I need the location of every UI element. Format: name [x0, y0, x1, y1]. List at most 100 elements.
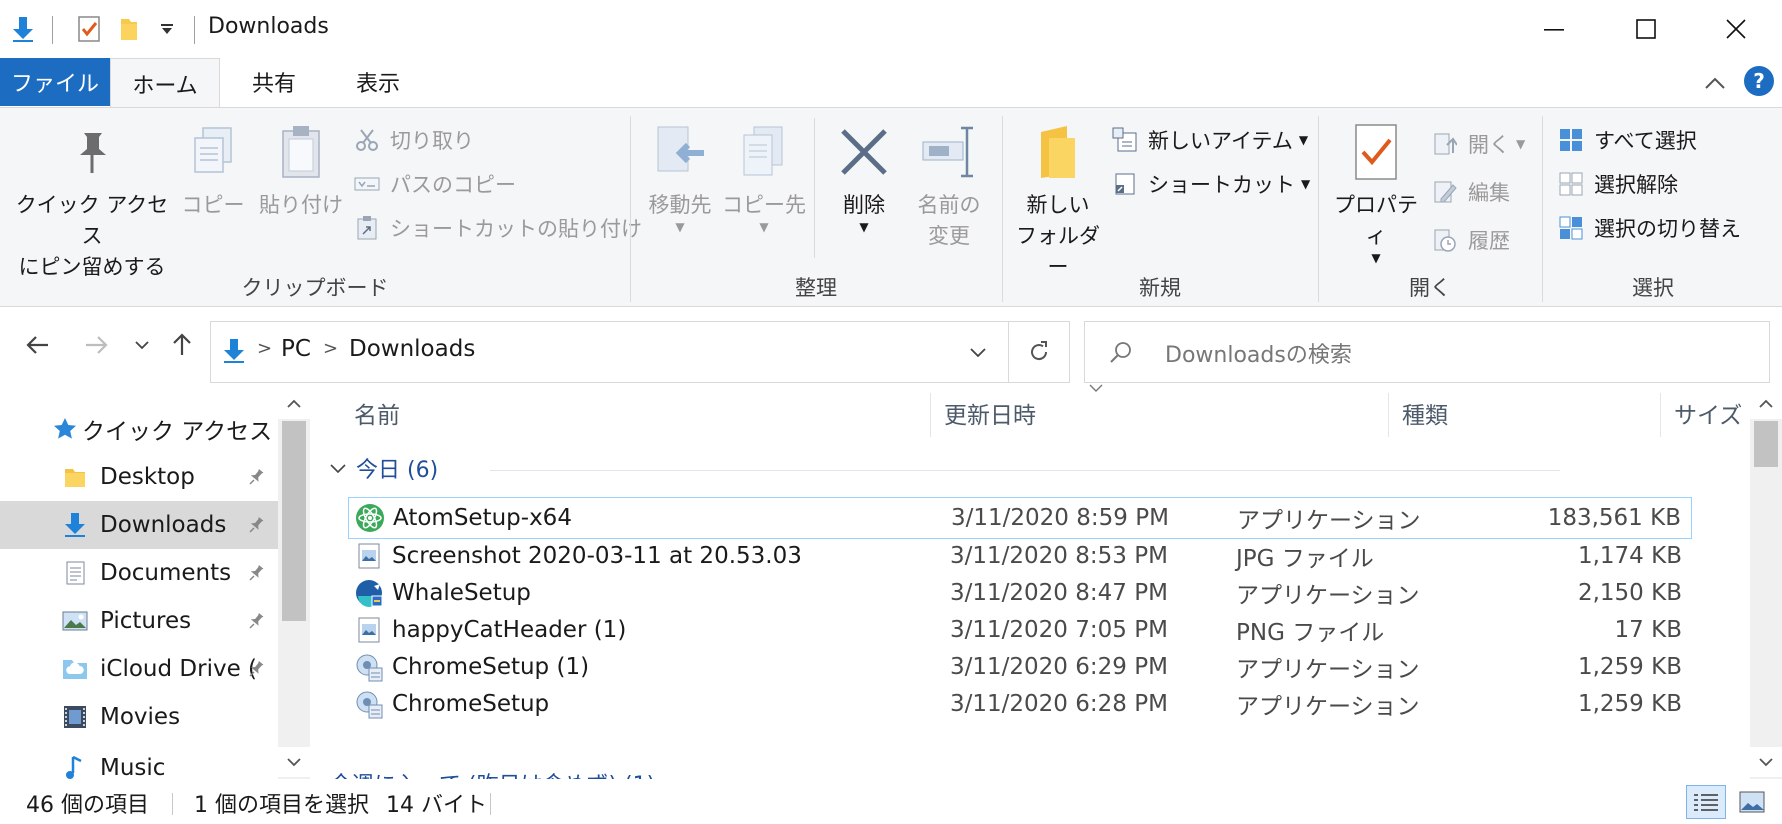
delete-button[interactable]: 削除 ▼ [824, 120, 904, 233]
pin-icon[interactable] [244, 609, 268, 633]
download-arrow-icon[interactable] [6, 12, 40, 46]
nav-item-desktop[interactable]: Desktop [0, 453, 278, 501]
column-separator[interactable] [930, 393, 931, 437]
content-scrollbar[interactable] [1750, 389, 1782, 779]
table-row[interactable]: ChromeSetup 3/11/2020 6:28 PM アプリケーション 1… [348, 683, 1692, 725]
tab-home[interactable]: ホーム [110, 58, 220, 108]
new-item-button[interactable]: 新しいアイテム ▼ [1112, 120, 1308, 160]
maximize-button[interactable] [1600, 0, 1692, 58]
select-all-button[interactable]: すべて選択 [1558, 120, 1697, 160]
breadcrumb-pc[interactable]: PC [281, 336, 311, 362]
help-icon[interactable]: ? [1744, 66, 1774, 96]
scroll-up-icon[interactable] [1750, 389, 1782, 419]
copy-to-button[interactable]: コピー先 ▼ [722, 120, 806, 233]
pin-label-line1: クイック アクセス [15, 193, 169, 248]
search-box[interactable]: Downloadsの検索 [1084, 321, 1770, 383]
table-row[interactable]: happyCatHeader (1) 3/11/2020 7:05 PM PNG… [348, 609, 1692, 651]
copy-button[interactable]: コピー [176, 120, 250, 221]
file-name: Screenshot 2020-03-11 at 20.53.03 [392, 543, 802, 569]
tab-share[interactable]: 共有 [226, 58, 322, 106]
nav-item-movies[interactable]: Movies [0, 693, 278, 741]
pin-icon[interactable] [244, 657, 268, 681]
properties-icon[interactable] [72, 12, 106, 46]
nav-item-documents[interactable]: Documents [0, 549, 278, 597]
toolbar-separator [52, 16, 53, 44]
copy-path-button[interactable]: パスのコピー [354, 164, 516, 204]
details-view-button[interactable] [1686, 785, 1726, 819]
nav-item-music[interactable]: Music [0, 741, 278, 779]
file-list: 名前 更新日時 種類 サイズ 今日 (6) AtomSetup-x64 3/11… [310, 384, 1750, 781]
nav-item-label: Movies [100, 704, 181, 730]
edit-button[interactable]: 編集 [1432, 172, 1510, 212]
forward-arrow-icon[interactable] [78, 327, 114, 363]
table-row[interactable]: AtomSetup-x64 3/11/2020 8:59 PM アプリケーション… [348, 497, 1692, 539]
nav-item-label: Documents [100, 560, 232, 586]
new-folder-label-line1: 新しい [1026, 193, 1090, 217]
scroll-down-icon[interactable] [1750, 747, 1782, 777]
refresh-button[interactable] [1008, 321, 1070, 383]
new-folder-icon[interactable] [112, 12, 146, 46]
large-icons-view-button[interactable] [1732, 785, 1772, 819]
minimize-button[interactable] [1508, 0, 1600, 58]
breadcrumb-downloads[interactable]: Downloads [349, 336, 475, 362]
open-caret-icon: ▼ [1516, 137, 1526, 151]
open-label: 開く [1468, 133, 1510, 157]
table-row[interactable]: Screenshot 2020-03-11 at 20.53.03 3/11/2… [348, 535, 1692, 577]
tab-file[interactable]: ファイル [0, 58, 110, 106]
refresh-icon [1031, 341, 1048, 361]
group-header-today[interactable]: 今日 (6) [330, 453, 438, 483]
search-input[interactable]: Downloadsの検索 [1165, 337, 1352, 369]
close-button[interactable] [1690, 0, 1782, 58]
delete-caret-icon: ▼ [859, 220, 869, 234]
open-button[interactable]: 開く ▼ [1432, 124, 1525, 164]
pin-to-quick-access-button[interactable]: クイック アクセス にピン留めする [8, 120, 176, 283]
address-bar[interactable]: > PC > Downloads [210, 321, 1070, 383]
nav-scroll-down-icon[interactable] [278, 747, 310, 777]
breadcrumb-separator-icon: > [323, 338, 339, 359]
paste-shortcut-button[interactable]: ショートカットの貼り付け [354, 208, 642, 248]
properties-button[interactable]: プロパティ ▼ [1326, 120, 1426, 264]
history-button[interactable]: 履歴 [1432, 220, 1510, 260]
scroll-thumb[interactable] [1754, 421, 1778, 467]
new-folder-button[interactable]: 新しい フォルダー [1010, 120, 1106, 283]
group-label-organize: 整理 [795, 276, 837, 300]
nav-scroll-up-icon[interactable] [278, 389, 310, 419]
collapse-ribbon-chevron-icon[interactable] [1700, 68, 1730, 98]
back-arrow-icon[interactable] [20, 327, 56, 363]
column-header-name[interactable]: 名前 [354, 389, 400, 437]
nav-quick-access[interactable]: クイック アクセス [0, 405, 278, 453]
select-none-button[interactable]: 選択解除 [1558, 164, 1678, 204]
nav-item-downloads[interactable]: Downloads [0, 501, 278, 549]
tab-view[interactable]: 表示 [330, 58, 426, 106]
invert-selection-button[interactable]: 選択の切り替え [1558, 208, 1741, 248]
nav-item-icloud-drive[interactable]: iCloud Drive ( [0, 645, 278, 693]
nav-quick-access-label: クイック アクセス [82, 419, 273, 445]
address-row: > PC > Downloads Downloadsの検索 [0, 307, 1782, 389]
table-row[interactable]: WhaleSetup 3/11/2020 8:47 PM アプリケーション 2,… [348, 572, 1692, 614]
column-separator[interactable] [1660, 393, 1661, 437]
pin-icon[interactable] [244, 513, 268, 537]
downloads-arrow-icon [60, 510, 90, 540]
file-date: 3/11/2020 6:28 PM [950, 691, 1168, 717]
column-header-date[interactable]: 更新日時 [944, 389, 1036, 437]
nav-scroll-thumb[interactable] [282, 421, 306, 621]
address-history-chevron-icon[interactable] [963, 340, 993, 364]
up-arrow-icon[interactable] [164, 327, 200, 363]
column-header-size[interactable]: サイズ [1674, 389, 1742, 437]
move-to-button[interactable]: 移動先 ▼ [638, 120, 722, 233]
nav-item-pictures[interactable]: Pictures [0, 597, 278, 645]
paste-button[interactable]: 貼り付け [258, 120, 344, 221]
pin-icon[interactable] [244, 465, 268, 489]
column-header-type[interactable]: 種類 [1402, 389, 1448, 437]
pin-icon[interactable] [244, 561, 268, 585]
column-separator[interactable] [1388, 393, 1389, 437]
cut-button[interactable]: 切り取り [354, 120, 474, 160]
nav-scrollbar[interactable] [278, 389, 310, 779]
customize-toolbar-dropdown[interactable] [150, 12, 184, 46]
file-type: アプリケーション [1236, 694, 1420, 720]
easy-access-button[interactable]: ショートカット ▼ [1112, 164, 1310, 204]
rename-button[interactable]: 名前の 変更 [904, 120, 994, 252]
recent-locations-chevron-icon[interactable] [124, 327, 160, 363]
nav-item-label: Downloads [100, 512, 227, 538]
table-row[interactable]: ChromeSetup (1) 3/11/2020 6:29 PM アプリケーシ… [348, 646, 1692, 688]
